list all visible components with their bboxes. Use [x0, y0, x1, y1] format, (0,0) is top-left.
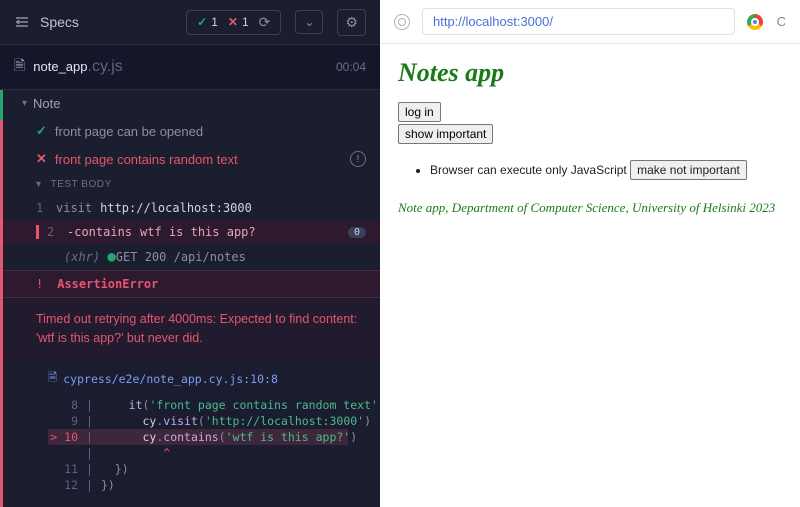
cmd-arg: wtf is this app?	[140, 225, 256, 239]
header-title: Specs	[40, 14, 186, 30]
chevron-down-icon: ▾	[36, 179, 42, 190]
cmd-name: visit	[56, 201, 92, 215]
header-controls: ✓1 ✕1 ⟳ ⌄ ⚙	[186, 9, 366, 36]
file-duration: 00:04	[336, 60, 366, 74]
sidebar-header: Specs ✓1 ✕1 ⟳ ⌄ ⚙	[0, 0, 380, 44]
check-icon: ✓	[36, 123, 47, 139]
note-item: Browser can execute only JavaScript make…	[430, 160, 782, 182]
code-line: 8| it('front page contains random text',	[48, 397, 348, 413]
line-number: 8	[48, 398, 78, 412]
command-row-contains[interactable]: 2 -contains wtf is this app? 0	[0, 220, 380, 244]
error-header[interactable]: ! AssertionError	[0, 270, 380, 298]
describe-name: Note	[33, 96, 60, 111]
error-bang-icon: !	[36, 277, 43, 291]
body-label-text: TEST BODY	[51, 179, 112, 190]
command-row-visit[interactable]: 1 visit http://localhost:3000	[0, 196, 380, 220]
chevron-down-icon: ▾	[22, 98, 27, 109]
cmd-arg: http://localhost:3000	[100, 201, 252, 215]
app-title: Notes app	[398, 58, 782, 88]
reload-icon[interactable]: ⟳	[259, 14, 271, 31]
test-row-pass[interactable]: ✓ front page can be opened	[0, 117, 380, 145]
test-results: ▾ Note ✓ front page can be opened ✕ fron…	[0, 90, 380, 507]
cmd-index: 2	[47, 225, 67, 239]
code-line: 9| cy.visit('http://localhost:3000')	[48, 413, 348, 429]
login-button[interactable]: log in	[398, 102, 441, 122]
line-number: 12	[48, 478, 78, 492]
describe-row[interactable]: ▾ Note	[0, 90, 380, 117]
test-title-fail: front page contains random text	[55, 152, 238, 167]
note-list: Browser can execute only JavaScript make…	[430, 160, 782, 182]
url-box[interactable]: http://localhost:3000/	[422, 8, 735, 35]
test-stats[interactable]: ✓1 ✕1 ⟳	[186, 10, 281, 35]
app-footer: Note app, Department of Computer Science…	[398, 200, 782, 216]
code-line: 11| })	[48, 461, 348, 477]
info-icon[interactable]: !	[350, 151, 366, 167]
test-title-pass: front page can be opened	[55, 124, 203, 139]
cmd-pill: 0	[348, 227, 366, 238]
xhr-label: (xhr)	[64, 250, 100, 264]
selector-playground-icon[interactable]	[394, 14, 410, 30]
line-number: 11	[48, 462, 78, 476]
xhr-row[interactable]: (xhr) ● GET 200 /api/notes	[0, 244, 380, 270]
cypress-sidebar: Specs ✓1 ✕1 ⟳ ⌄ ⚙ 🗎 note_app.cy.js 00:04…	[0, 0, 380, 507]
status-green	[0, 90, 3, 120]
line-number: > 10	[48, 430, 78, 444]
file-name: note_app.cy.js	[33, 58, 123, 76]
viewport-dropdown[interactable]: ⌄	[295, 10, 323, 34]
file-ext: .cy.js	[88, 58, 123, 75]
x-icon: ✕	[228, 15, 238, 29]
fail-count: 1	[242, 15, 249, 29]
show-important-button[interactable]: show important	[398, 124, 493, 144]
pass-count: 1	[211, 15, 218, 29]
browser-label: C	[777, 14, 786, 29]
cmd-index: 1	[36, 201, 56, 215]
toggle-important-button[interactable]: make not important	[630, 160, 747, 180]
line-number: 9	[48, 414, 78, 428]
fail-badge: ✕1	[228, 15, 249, 29]
status-bar	[0, 90, 3, 507]
xhr-text: GET 200 /api/notes	[116, 250, 246, 264]
file-icon: 🗎	[14, 55, 25, 79]
file-icon: 🗎	[48, 370, 57, 389]
x-icon: ✕	[36, 151, 47, 167]
code-line-caret: | ^	[48, 445, 348, 461]
code-file-link[interactable]: 🗎 cypress/e2e/note_app.cy.js:10:8	[48, 370, 348, 389]
code-file-path: cypress/e2e/note_app.cy.js:10:8	[63, 372, 278, 386]
file-basename: note_app	[33, 59, 87, 74]
spec-file-row[interactable]: 🗎 note_app.cy.js 00:04	[0, 44, 380, 90]
code-line: 12| })	[48, 477, 348, 493]
check-icon: ✓	[197, 15, 207, 29]
settings-icon[interactable]: ⚙	[337, 9, 366, 36]
test-row-fail[interactable]: ✕ front page contains random text !	[0, 145, 380, 173]
error-name: AssertionError	[57, 277, 158, 291]
error-message: Timed out retrying after 4000ms: Expecte…	[0, 298, 380, 360]
collapse-icon[interactable]	[14, 14, 30, 30]
status-dot-icon: ●	[107, 249, 115, 265]
code-frame: 🗎 cypress/e2e/note_app.cy.js:10:8 8| it(…	[36, 360, 360, 503]
code-line-highlight: > 10| cy.contains('wtf is this app?')	[48, 429, 348, 445]
cmd-name: -contains	[67, 225, 132, 239]
chrome-icon[interactable]	[747, 14, 763, 30]
note-text: Browser can execute only JavaScript	[430, 163, 627, 177]
status-red	[0, 120, 3, 507]
app-under-test: Notes app log in show important Browser …	[380, 44, 800, 230]
pass-badge: ✓1	[197, 15, 218, 29]
test-body-label: ▾ TEST BODY	[0, 173, 380, 196]
browser-bar: http://localhost:3000/ C	[380, 0, 800, 44]
fail-bar	[36, 225, 39, 239]
preview-panel: http://localhost:3000/ C Notes app log i…	[380, 0, 800, 507]
